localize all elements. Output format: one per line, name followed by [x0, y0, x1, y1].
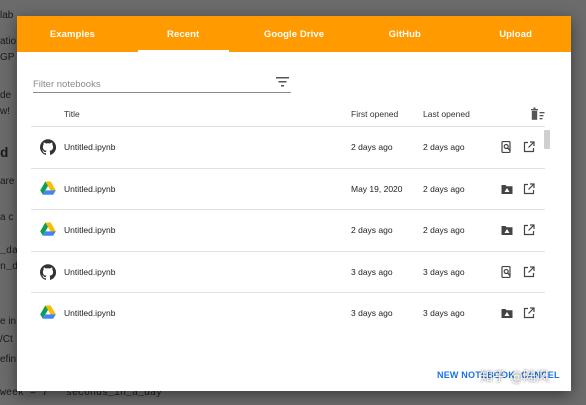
tab-bar: Examples Recent Google Drive GitHub Uplo… [17, 16, 571, 52]
row-last-opened: 2 days ago [423, 142, 465, 152]
tab-recent[interactable]: Recent [128, 16, 239, 52]
row-first-opened: May 19, 2020 [351, 183, 403, 194]
open-notebook-dialog: Examples Recent Google Drive GitHub Uplo… [17, 16, 571, 391]
view-source-icon[interactable] [501, 265, 513, 278]
table-row[interactable]: Untitled.ipynb May 19, 2020 2 days ago [31, 167, 545, 210]
row-title: Untitled.ipynb [64, 266, 116, 277]
row-first-opened: 3 days ago [351, 308, 393, 318]
background-text: /Ct [0, 334, 13, 345]
background-text: are [0, 176, 15, 187]
row-last-opened: 2 days ago [423, 225, 465, 235]
row-title: Untitled.ipynb [64, 308, 116, 318]
row-title: Untitled.ipynb [64, 225, 116, 235]
background-text: _da [0, 246, 19, 257]
filter-list-icon[interactable] [276, 76, 289, 88]
open-in-new-tab-icon[interactable] [523, 307, 535, 319]
background-text: atio [0, 36, 17, 47]
tab-github[interactable]: GitHub [349, 16, 460, 52]
watermark: 知乎 @陆风 [480, 370, 550, 385]
row-last-opened: 3 days ago [423, 266, 465, 277]
header-last-opened: Last opened [423, 109, 470, 119]
view-source-icon[interactable] [501, 140, 513, 154]
scrollbar-thumb[interactable] [544, 130, 550, 149]
github-icon [40, 263, 57, 280]
table-row[interactable]: Untitled.ipynb 3 days ago 3 days ago [31, 292, 545, 334]
background-text: lab [0, 10, 14, 21]
background-text: GP [0, 52, 15, 63]
google-drive-icon [40, 181, 56, 197]
background-text: efin [0, 354, 17, 365]
github-icon [40, 139, 57, 155]
row-last-opened: 2 days ago [423, 183, 465, 194]
drive-folder-icon[interactable] [501, 224, 513, 236]
delete-history-icon[interactable] [530, 107, 545, 121]
drive-folder-icon[interactable] [501, 183, 513, 195]
google-drive-icon [40, 222, 56, 238]
table-row[interactable]: Untitled.ipynb 2 days ago 2 days ago [31, 126, 545, 168]
header-first-opened: First opened [351, 109, 399, 119]
background-text: de [0, 90, 12, 101]
row-title: Untitled.ipynb [64, 142, 116, 152]
table-row[interactable]: Untitled.ipynb 2 days ago 2 days ago [31, 209, 545, 251]
open-in-new-tab-icon[interactable] [523, 224, 535, 236]
row-first-opened: 2 days ago [351, 225, 393, 235]
drive-folder-icon[interactable] [501, 307, 513, 319]
background-text: a c [0, 212, 14, 223]
open-in-new-tab-icon[interactable] [523, 141, 535, 153]
filter-input[interactable] [33, 76, 263, 93]
filter-field [33, 74, 291, 93]
background-text: w! [0, 106, 10, 117]
background-text: e in [0, 316, 17, 327]
row-first-opened: 2 days ago [351, 142, 393, 152]
tab-examples[interactable]: Examples [17, 16, 128, 52]
background-text: d [0, 146, 9, 162]
header-title: Title [64, 109, 80, 119]
row-last-opened: 3 days ago [423, 308, 465, 318]
open-in-new-tab-icon[interactable] [523, 182, 535, 195]
row-first-opened: 3 days ago [351, 266, 393, 277]
row-title: Untitled.ipynb [64, 183, 116, 194]
tab-google-drive[interactable]: Google Drive [239, 16, 350, 52]
tab-upload[interactable]: Upload [460, 16, 571, 52]
table-row[interactable]: Untitled.ipynb 3 days ago 3 days ago [31, 250, 545, 293]
google-drive-icon [40, 305, 56, 321]
table-header: Title First opened Last opened [31, 104, 545, 126]
open-in-new-tab-icon[interactable] [523, 265, 535, 278]
